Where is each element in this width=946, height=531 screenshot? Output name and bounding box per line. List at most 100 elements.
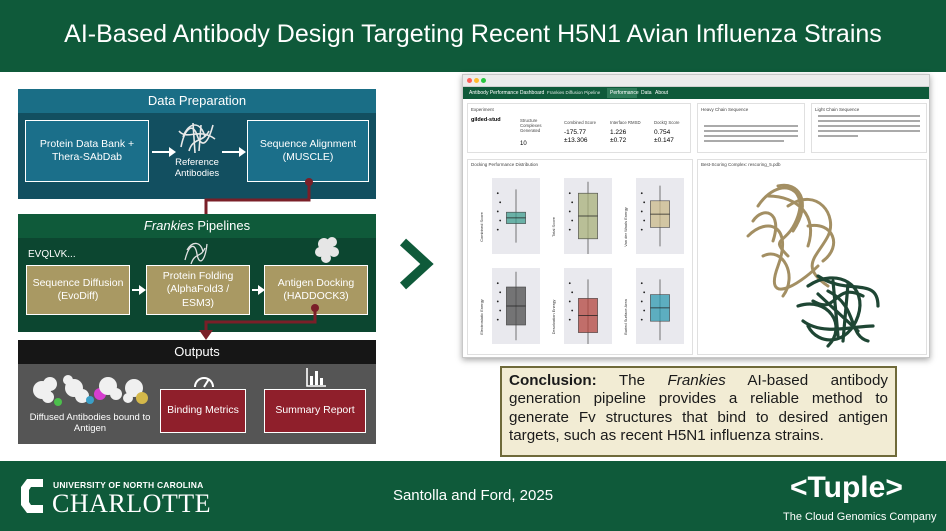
sequence-text: EVQLVK...: [28, 249, 76, 260]
boxplot-point: [568, 282, 571, 285]
window-close-icon[interactable]: [467, 78, 472, 83]
metric-label: DockQ Score: [654, 120, 680, 125]
antibody-structure-icon: [178, 122, 216, 154]
boxplot-ylabel: Desolvation Energy: [551, 300, 556, 335]
metric-sub: ±0.147: [654, 137, 674, 144]
boxplot-point: [571, 291, 574, 294]
metric-value: 10: [520, 141, 527, 147]
boxplot-point: [640, 282, 643, 285]
chevron-right-icon: [399, 238, 434, 290]
best-complex-label: Best-Scoring Complex: rescoring_5.pdb: [701, 162, 781, 167]
dashboard-screenshot: Antibody Performance Dashboard Frankies …: [462, 74, 930, 358]
sequence-text-block: [818, 115, 920, 137]
heavy-chain-panel: Heavy Chain Sequence: [697, 103, 805, 153]
boxplot-point: [568, 300, 571, 303]
boxplot-point: [640, 300, 643, 303]
tuple-wordmark: Tuple: [807, 471, 886, 504]
boxplot-point: [496, 300, 499, 303]
boxplot-point: [640, 228, 643, 231]
outputs-heading: Outputs: [18, 340, 376, 364]
boxplot-point: [640, 318, 643, 321]
boxplot-point: [571, 309, 574, 312]
boxplot-point: [499, 201, 502, 204]
tuple-bracket-right-icon: >: [885, 471, 903, 504]
boxplot-point: [568, 192, 571, 195]
boxplot-grid: Combined Score Total Score Van der Waals E…: [479, 178, 684, 344]
summary-report-box: Summary Report: [264, 389, 366, 433]
pipelines-heading-rest: Pipelines: [193, 218, 251, 233]
boxplot-point: [643, 201, 646, 204]
window-minimize-icon[interactable]: [474, 78, 479, 83]
metric-value: 0.754: [654, 129, 671, 136]
boxplot-point: [499, 291, 502, 294]
sequence-diffusion-box: Sequence Diffusion (EvoDiff): [26, 265, 130, 315]
binding-metrics-box: Binding Metrics: [160, 389, 246, 433]
boxplot-point: [640, 210, 643, 213]
gauge-icon: [194, 377, 214, 388]
best-complex-panel: Best-Scoring Complex: rescoring_5.pdb: [697, 159, 927, 355]
dashboard-navbar: Antibody Performance Dashboard Frankies …: [463, 87, 929, 99]
window-maximize-icon[interactable]: [481, 78, 486, 83]
arrow-right: [252, 285, 265, 295]
metric-label: Structure Complexes Generated: [520, 118, 542, 133]
metric-label: Interface RMSD: [610, 120, 641, 125]
boxplot-ylabel: Combined Score: [479, 211, 484, 242]
boxplot-point: [568, 318, 571, 321]
boxplot-point: [643, 309, 646, 312]
poster-title: AI-Based Antibody Design Targeting Recen…: [64, 20, 882, 48]
tab-data[interactable]: Data: [641, 90, 652, 96]
dashboard-app-subtitle: Frankies Diffusion Pipeline: [547, 90, 601, 95]
heavy-chain-label: Heavy Chain Sequence: [701, 107, 749, 112]
tuple-tagline: The Cloud Genomics Company: [783, 511, 937, 523]
docked-complex-icon: [315, 237, 339, 263]
diffused-antibodies-label: Diffused Antibodies bound to Antigen: [29, 412, 151, 435]
boxplot-point: [571, 201, 574, 204]
metrics-row: Experiment gilded-stud Structure Complex…: [467, 103, 691, 153]
light-chain-label: Light Chain Sequence: [815, 107, 860, 112]
dashboard-app-title: Antibody Performance Dashboard: [469, 90, 545, 96]
sequence-alignment-box: Sequence Alignment (MUSCLE): [247, 120, 369, 182]
boxplot-ylabel: Van der Waals Energy: [623, 207, 628, 247]
title-banner: AI-Based Antibody Design Targeting Recen…: [0, 0, 946, 72]
boxplot-point: [499, 219, 502, 222]
footer-banner: UNIVERSITY OF NORTH CAROLINA CHARLOTTE S…: [0, 461, 946, 531]
protein-complex-render[interactable]: [738, 176, 888, 352]
sequence-text-block: [704, 125, 798, 142]
conclusion-italic: Frankies: [667, 372, 726, 389]
boxplot-point: [496, 210, 499, 213]
diffused-antibodies-icon: [33, 375, 148, 406]
bar-chart-icon: [306, 368, 326, 387]
boxplot-point: [496, 192, 499, 195]
metric-sub: ±13.306: [564, 137, 588, 144]
boxplot-ylabel: Buried Surface Area: [623, 298, 628, 335]
boxplot-point: [496, 228, 499, 231]
conclusion-text-1: The: [596, 372, 668, 389]
connector-arrow: [199, 304, 319, 340]
metric-value: -175.77: [564, 129, 587, 136]
boxplot-ylabel: Total Score: [551, 216, 556, 237]
metric-value: 1.226: [610, 129, 627, 136]
tuple-logo: <Tuple>: [790, 471, 903, 505]
tab-about[interactable]: About: [655, 90, 668, 96]
metric-label: Combined Score: [564, 120, 597, 125]
experiment-label: Experiment: [471, 107, 494, 112]
distribution-panel: Docking Performance Distribution Combine…: [467, 159, 693, 355]
arrow-right: [132, 285, 146, 295]
distribution-label: Docking Performance Distribution: [471, 162, 539, 167]
tab-performance[interactable]: Performance: [607, 88, 639, 98]
conclusion-box: Conclusion: The Frankies AI-based antibo…: [500, 366, 897, 457]
pdb-source-box: Protein Data Bank + Thera-SAbDab: [25, 120, 149, 182]
boxplot-point: [568, 228, 571, 231]
conclusion-lead: Conclusion:: [509, 372, 597, 389]
boxplot-point: [568, 210, 571, 213]
metric-sub: ±0.72: [610, 137, 627, 144]
boxplot-point: [496, 318, 499, 321]
boxplot-point: [571, 219, 574, 222]
data-prep-heading: Data Preparation: [18, 89, 376, 113]
boxplot-ylabel: Electrostatic Energy: [479, 299, 484, 335]
pipelines-heading-italic: Frankies: [143, 218, 194, 233]
outputs-panel: Diffused Antibodies bound to Antigen Bin…: [18, 364, 376, 444]
experiment-value[interactable]: gilded-stud: [471, 117, 501, 123]
folded-protein-icon: [184, 242, 208, 265]
boxplot-point: [643, 219, 646, 222]
